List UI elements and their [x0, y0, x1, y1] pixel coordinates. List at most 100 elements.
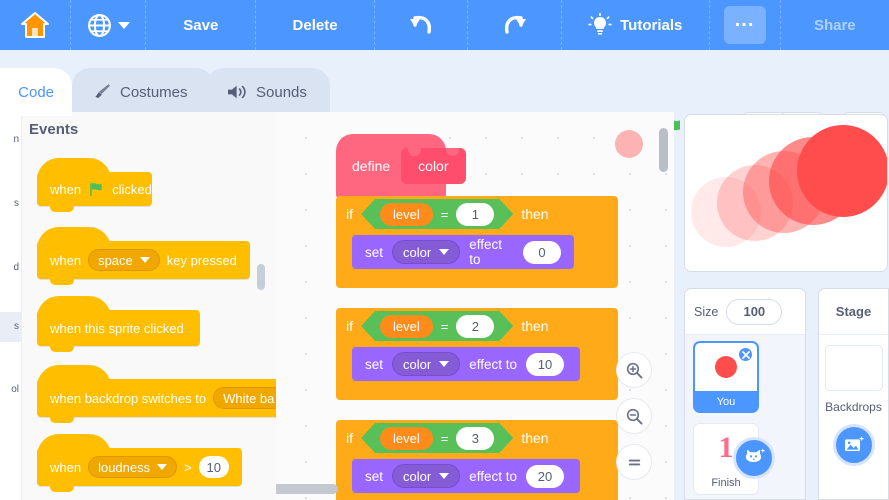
share-button[interactable]: Share: [781, 0, 889, 50]
chevron-down-icon: [439, 249, 450, 255]
loudness-dropdown[interactable]: loudness: [88, 456, 178, 478]
set-effect-block-1[interactable]: set color effect to 0: [352, 235, 574, 269]
equals-operator-2[interactable]: level = 2: [361, 311, 513, 341]
variable-level-1[interactable]: level: [380, 203, 433, 226]
image-add-icon: [845, 436, 865, 451]
effect-dropdown-3[interactable]: color: [392, 464, 461, 488]
key-dropdown[interactable]: space: [88, 249, 160, 271]
redo-button[interactable]: [468, 0, 562, 50]
undo-button[interactable]: [375, 0, 469, 50]
tab-costumes-label: Costumes: [120, 83, 188, 101]
effect-value-1[interactable]: 0: [523, 240, 561, 264]
category-looks-label: s: [14, 198, 19, 209]
loudness-dropdown-value: loudness: [98, 459, 151, 475]
add-sprite-button[interactable]: [733, 437, 775, 479]
zoom-reset-button[interactable]: [616, 444, 652, 480]
delete-button[interactable]: Delete: [256, 0, 375, 50]
sprite-info-header: Size 100: [685, 289, 805, 335]
loudness-threshold-input[interactable]: 10: [198, 456, 229, 478]
equals-operator-1[interactable]: level = 1: [361, 199, 513, 229]
if-label: if: [346, 318, 353, 334]
tab-costumes[interactable]: Costumes: [72, 68, 214, 116]
palette-block-when-loudness[interactable]: when loudness > 10: [37, 434, 242, 492]
set-effect-block-3[interactable]: set color effect to 20: [352, 459, 580, 493]
compare-value-1[interactable]: 1: [456, 203, 494, 226]
red-circle-icon: [715, 356, 737, 378]
palette-scrollbar[interactable]: [257, 264, 265, 290]
number-one-icon: 1: [718, 431, 734, 464]
canvas-vertical-scrollbar[interactable]: [659, 128, 668, 172]
if-condition-row-1: if level = 1 then: [336, 196, 618, 232]
palette-block-when-backdrop-switches[interactable]: when backdrop switches to White ba: [37, 365, 276, 423]
category-motion[interactable]: n: [13, 134, 19, 145]
zoom-out-button[interactable]: [616, 398, 652, 434]
zoom-in-button[interactable]: [616, 352, 652, 388]
size-input[interactable]: 100: [726, 298, 783, 325]
compare-value-3[interactable]: 3: [456, 427, 494, 450]
stage-panel-title: Stage: [819, 289, 888, 335]
effect-value-3[interactable]: 20: [526, 464, 564, 488]
close-icon: [741, 350, 750, 359]
variable-level-3[interactable]: level: [380, 427, 433, 450]
if-block-1[interactable]: if level = 1 then set color effect to 0: [336, 196, 618, 288]
backdrop-dropdown-value: White ba: [223, 390, 275, 406]
category-control[interactable]: ol: [11, 384, 19, 395]
backdrops-label: Backdrops: [825, 400, 882, 414]
backdrop-dropdown[interactable]: White ba: [213, 387, 276, 409]
procedure-prototype[interactable]: color: [401, 148, 466, 184]
code-canvas[interactable]: define color if level = 1 then set color: [276, 112, 674, 500]
block-text: when: [50, 181, 82, 197]
category-events[interactable]: s: [0, 312, 21, 342]
category-looks[interactable]: s: [14, 198, 19, 209]
then-label: then: [521, 206, 549, 222]
tab-code[interactable]: Code: [0, 68, 72, 116]
add-backdrop-button[interactable]: [833, 424, 875, 466]
if-label: if: [346, 206, 353, 222]
equals-operator-3[interactable]: level = 3: [361, 423, 513, 453]
effect-dropdown-2[interactable]: color: [392, 352, 461, 376]
zoom-controls: [616, 352, 652, 480]
stage-backdrop-thumbnail[interactable]: [824, 345, 883, 391]
compare-value-2[interactable]: 2: [456, 315, 494, 338]
sprite-ghost-preview: [615, 130, 643, 158]
size-label: Size: [694, 304, 719, 319]
set-effect-block-2[interactable]: set color effect to 10: [352, 347, 580, 381]
stage-area: [680, 112, 889, 282]
palette-block-when-sprite-clicked[interactable]: when this sprite clicked: [37, 296, 200, 352]
palette-block-when-key-pressed[interactable]: when space key pressed: [37, 227, 250, 285]
paintbrush-icon: [95, 84, 110, 98]
language-selector[interactable]: [71, 0, 147, 50]
if-block-3[interactable]: if level = 3 then set color effect to 20: [336, 420, 618, 500]
more-menu-button[interactable]: ...: [710, 0, 781, 50]
if-condition-row-2: if level = 2 then: [336, 308, 618, 344]
home-icon: [21, 11, 50, 38]
if-block-2[interactable]: if level = 2 then set color effect to 10: [336, 308, 618, 400]
category-sound-label: d: [13, 262, 19, 273]
redo-icon: [504, 15, 526, 34]
chevron-down-icon: [139, 257, 150, 263]
save-button[interactable]: Save: [146, 0, 257, 50]
stage-canvas[interactable]: [684, 114, 888, 272]
delete-sprite-button[interactable]: [737, 346, 754, 363]
effect-value-2[interactable]: 10: [526, 352, 564, 376]
effect-dropdown-value: color: [403, 468, 432, 484]
operator-symbol: =: [440, 318, 449, 334]
block-palette[interactable]: Events when clicked when space key press…: [22, 112, 276, 500]
canvas-horizontal-scrollbar[interactable]: [276, 484, 338, 494]
effect-to-label: effect to: [469, 237, 502, 267]
variable-level-2[interactable]: level: [380, 315, 433, 338]
category-sound[interactable]: d: [13, 262, 19, 273]
effect-dropdown-1[interactable]: color: [392, 240, 461, 264]
tutorials-label: Tutorials: [620, 16, 683, 34]
speaker-icon: [228, 85, 246, 99]
sprite-name: You: [716, 396, 736, 408]
define-block[interactable]: define color: [336, 134, 466, 198]
sprite-card-you[interactable]: You: [693, 341, 759, 413]
tab-sounds[interactable]: Sounds: [206, 68, 330, 116]
home-button[interactable]: [0, 0, 72, 50]
tutorials-button[interactable]: Tutorials: [562, 0, 710, 50]
tab-code-label: Code: [18, 83, 54, 101]
block-text: key pressed: [166, 252, 237, 268]
palette-block-when-flag-clicked[interactable]: when clicked: [37, 158, 152, 212]
sprite-panel: Size 100 You 1 Finish: [684, 288, 806, 500]
